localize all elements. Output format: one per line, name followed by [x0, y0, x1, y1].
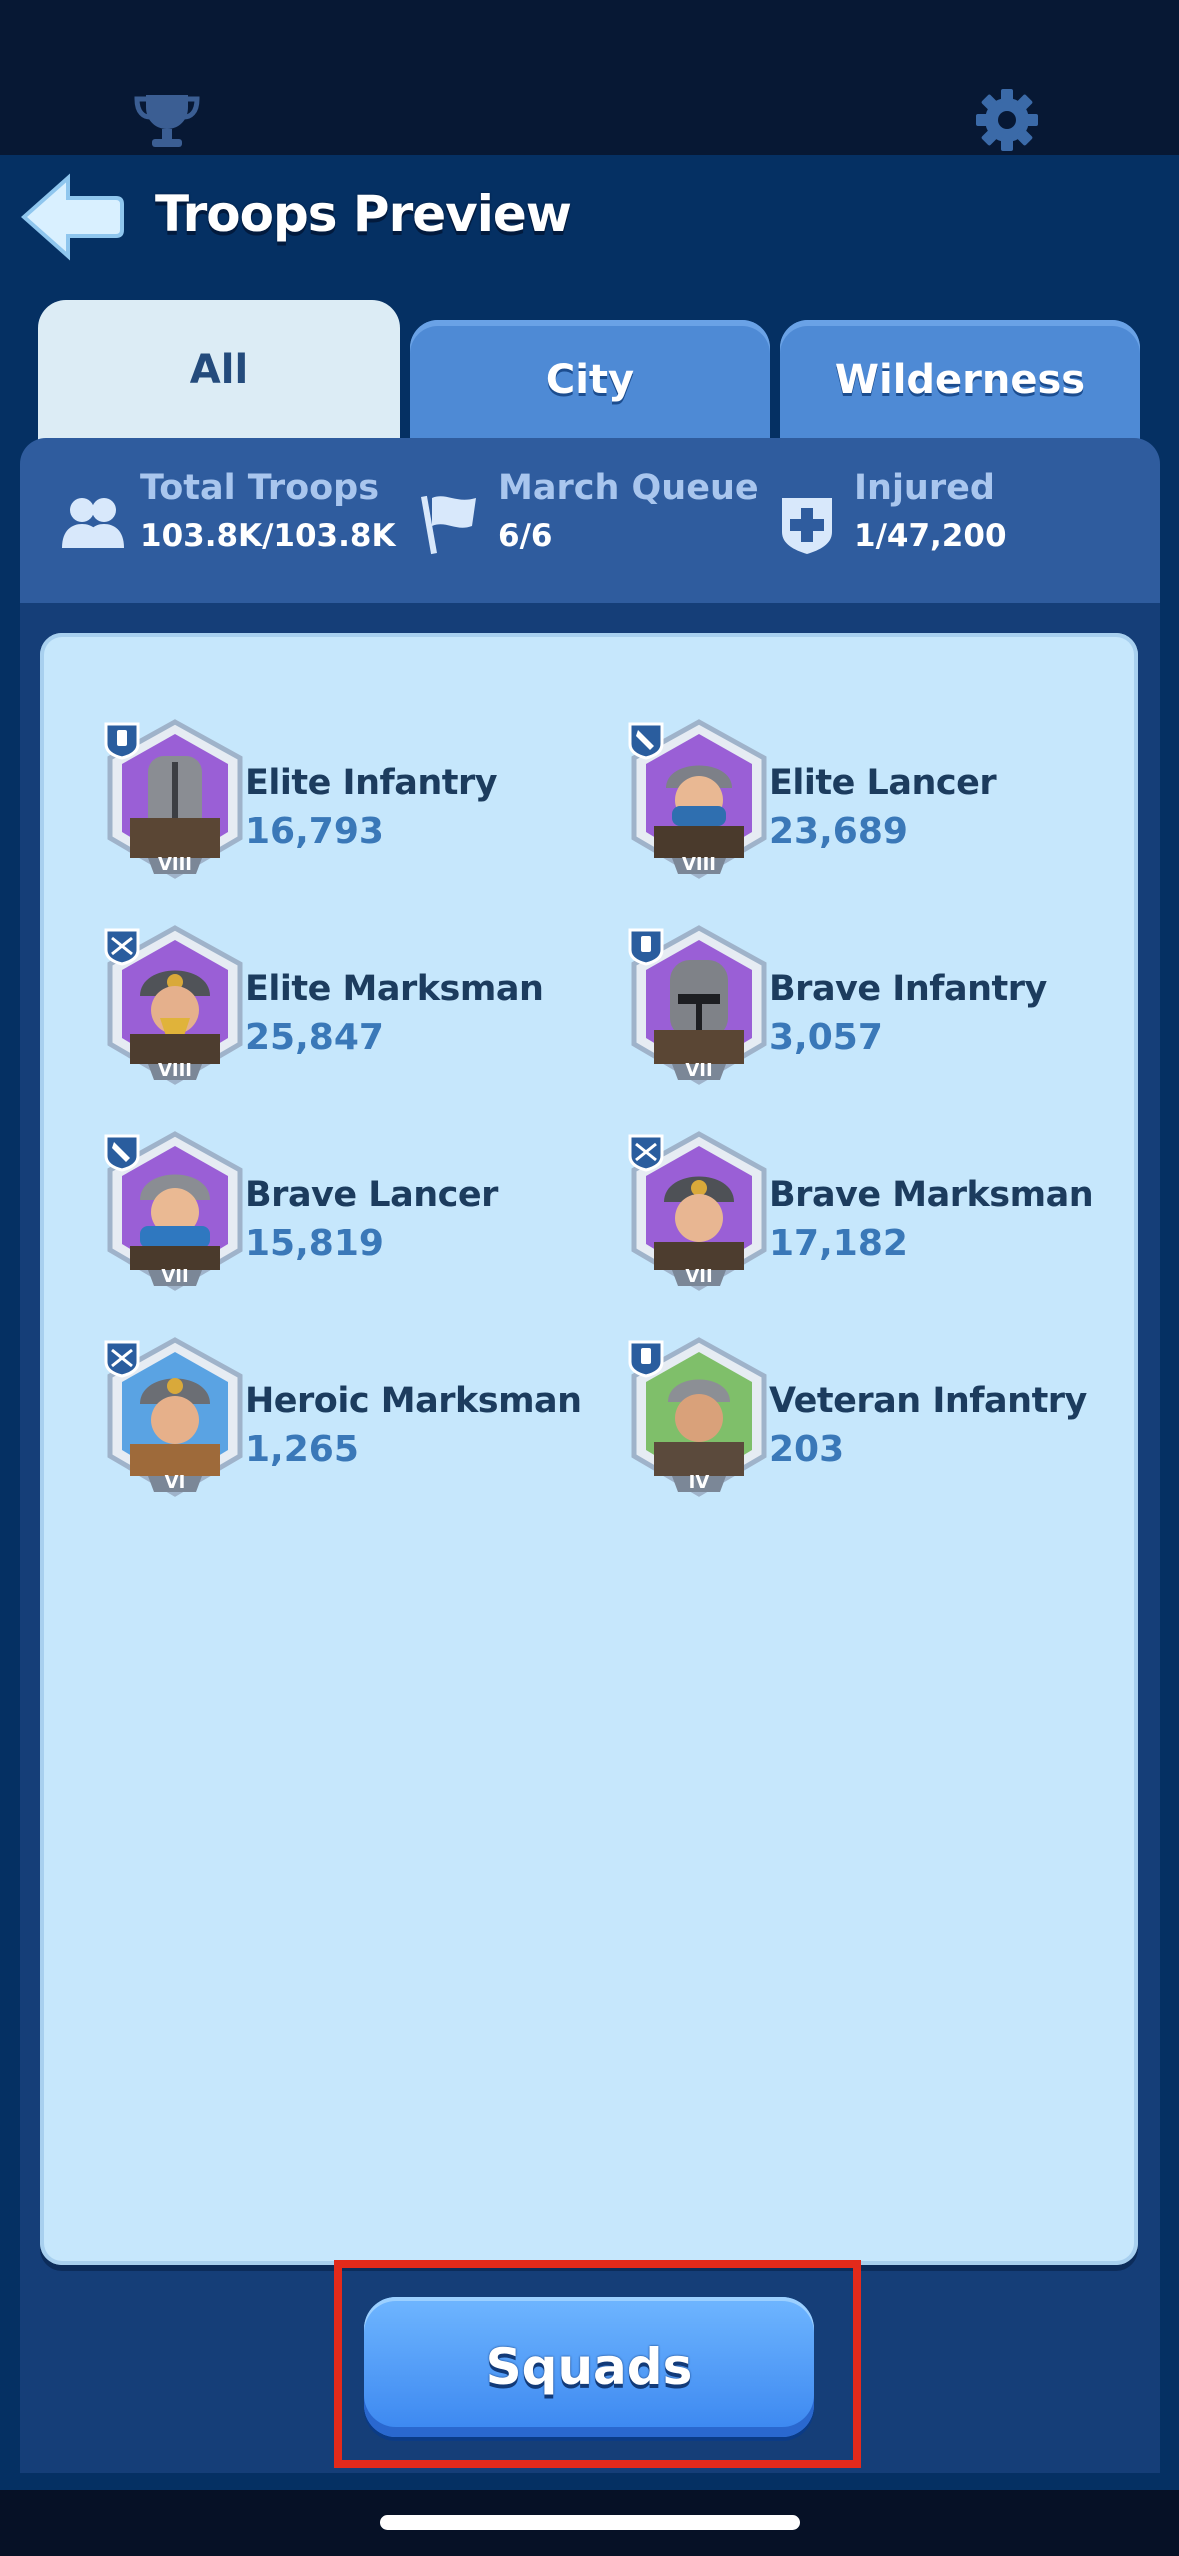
tab-city[interactable]: City [410, 320, 770, 440]
medical-cross-icon [782, 498, 832, 554]
troop-count: 17,182 [769, 1223, 908, 1264]
troop-count: 16,793 [245, 811, 384, 852]
troop-list: VIII Elite Infantry 16,793 VIII Elite La… [40, 633, 1138, 2265]
tab-wilderness[interactable]: Wilderness [780, 320, 1140, 440]
troop-name: Heroic Marksman [245, 1381, 582, 1421]
troop-item[interactable]: VIII Elite Marksman 25,847 [100, 924, 620, 1094]
injured-label: Injured [854, 468, 995, 508]
troop-name: Brave Marksman [769, 1175, 1094, 1215]
troop-name: Elite Infantry [245, 763, 498, 803]
troop-item[interactable]: VIII Elite Infantry 16,793 [100, 718, 620, 888]
troop-item[interactable]: VII Brave Marksman 17,182 [624, 1130, 1144, 1300]
people-icon [62, 498, 124, 548]
svg-text:VIII: VIII [682, 854, 716, 875]
troop-name: Elite Lancer [769, 763, 997, 803]
svg-text:VI: VI [165, 1472, 186, 1493]
trophy-icon[interactable] [132, 85, 202, 155]
veteran-infantry-portrait: IV [628, 1337, 767, 1497]
top-bar [0, 0, 1179, 155]
stats-panel: Total Troops 103.8K/103.8K March Queue 6… [20, 438, 1160, 603]
back-arrow-icon[interactable] [16, 172, 126, 262]
troop-count: 23,689 [769, 811, 908, 852]
troop-name: Brave Lancer [245, 1175, 498, 1215]
troop-item[interactable]: IV Veteran Infantry 203 [624, 1336, 1144, 1506]
troop-name: Veteran Infantry [769, 1381, 1087, 1421]
svg-text:VIII: VIII [158, 854, 192, 875]
march-queue-label: March Queue [498, 468, 759, 508]
heroic-marksman-portrait: VI [104, 1337, 243, 1497]
troop-item[interactable]: VIII Elite Lancer 23,689 [624, 718, 1144, 888]
march-queue-value: 6/6 [498, 518, 553, 554]
brave-lancer-portrait: VII [104, 1131, 243, 1291]
troop-count: 3,057 [769, 1017, 883, 1058]
troop-name: Elite Marksman [245, 969, 544, 1009]
squads-button[interactable]: Squads [364, 2297, 814, 2437]
troop-name: Brave Infantry [769, 969, 1047, 1009]
svg-text:VII: VII [685, 1266, 712, 1287]
troop-item[interactable]: VII Brave Lancer 15,819 [100, 1130, 620, 1300]
svg-text:VIII: VIII [158, 1060, 192, 1081]
troop-count: 25,847 [245, 1017, 384, 1058]
home-indicator[interactable] [380, 2515, 800, 2530]
injured-value: 1/47,200 [854, 518, 1007, 554]
troop-item[interactable]: VII Brave Infantry 3,057 [624, 924, 1144, 1094]
total-troops-value: 103.8K/103.8K [140, 518, 396, 554]
troop-count: 203 [769, 1429, 845, 1470]
troop-item[interactable]: VI Heroic Marksman 1,265 [100, 1336, 620, 1506]
svg-text:VII: VII [685, 1060, 712, 1081]
svg-text:IV: IV [689, 1472, 710, 1493]
brave-marksman-portrait: VII [628, 1131, 767, 1291]
troop-count: 15,819 [245, 1223, 384, 1264]
gear-icon[interactable] [972, 85, 1042, 155]
elite-marksman-portrait: VIII [104, 925, 243, 1085]
flag-icon [421, 495, 476, 555]
total-troops-label: Total Troops [140, 468, 380, 508]
brave-infantry-portrait: VII [628, 925, 767, 1085]
tab-all[interactable]: All [38, 300, 400, 440]
elite-infantry-portrait: VIII [104, 719, 243, 879]
troop-count: 1,265 [245, 1429, 359, 1470]
page-title: Troops Preview [155, 185, 572, 243]
svg-text:VII: VII [161, 1266, 188, 1287]
elite-lancer-portrait: VIII [628, 719, 767, 879]
